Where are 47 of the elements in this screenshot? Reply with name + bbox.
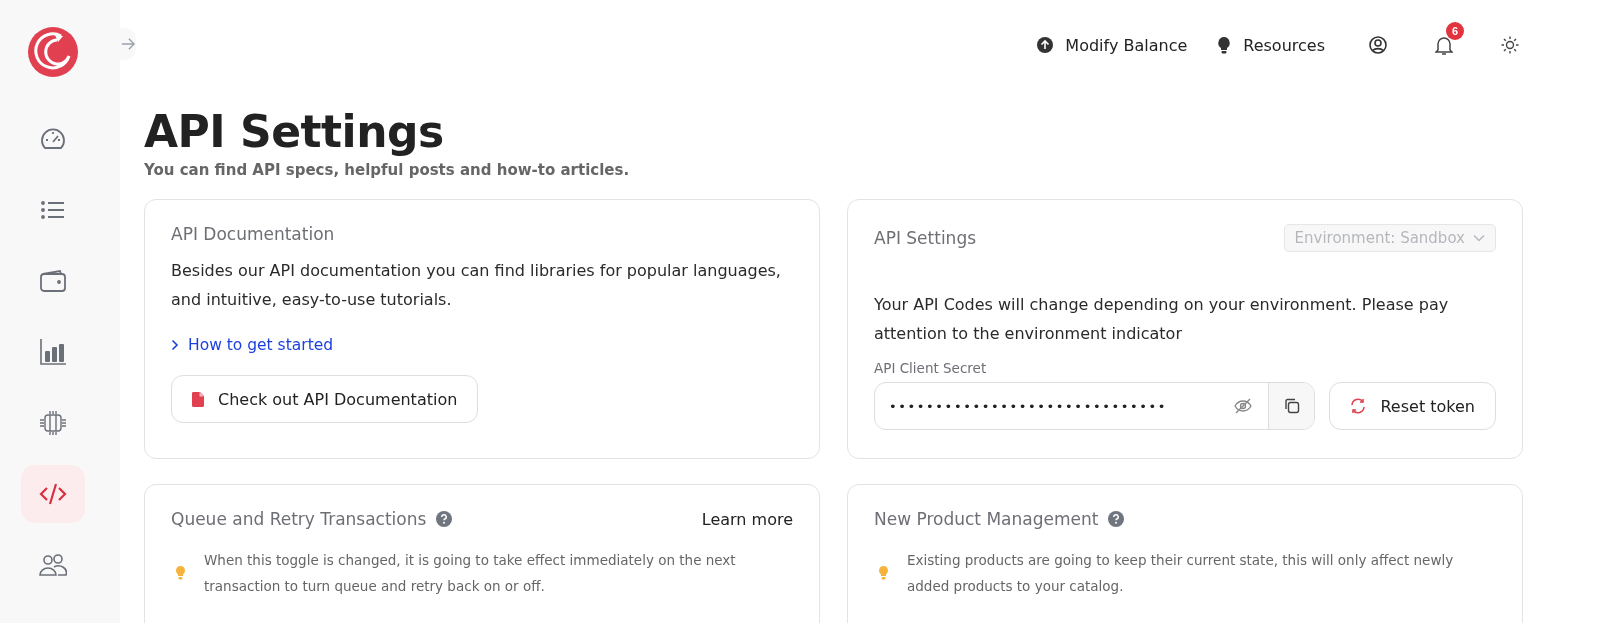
card-title: API Settings xyxy=(874,228,977,248)
expand-sidebar-button[interactable] xyxy=(120,28,136,60)
notification-count: 6 xyxy=(1446,22,1464,40)
list-icon xyxy=(41,201,65,219)
code-icon xyxy=(39,483,67,505)
reset-token-button[interactable]: Reset token xyxy=(1329,382,1496,430)
notifications-button[interactable]: 6 xyxy=(1431,21,1467,59)
page-subtitle: You can find API specs, helpful posts and how-to articles. xyxy=(144,161,631,179)
sidebar-item[interactable] xyxy=(21,465,85,523)
copy-button[interactable] xyxy=(1268,383,1315,429)
help-icon xyxy=(1108,511,1125,527)
refresh-icon xyxy=(1350,398,1367,414)
lightbulb-icon xyxy=(175,565,186,581)
card-title: New Product Management xyxy=(874,509,1099,529)
users-icon xyxy=(39,554,67,576)
documentation-button[interactable]: Check out API Documentation xyxy=(171,375,479,423)
card-title: Queue and Retry Transactions xyxy=(171,509,427,529)
field-label: API Client Secret xyxy=(874,360,988,376)
chip-icon xyxy=(39,410,67,436)
speedometer-icon xyxy=(40,127,66,151)
topbar-link[interactable]: Modify Balance xyxy=(1037,35,1188,55)
copy-icon xyxy=(1283,398,1300,414)
hint-text: When this toggle is changed, it is going to take effect immediately on the next transaction to turn queue and retry back on or off. xyxy=(204,551,737,596)
eye-off-icon xyxy=(1234,398,1253,414)
card-description: Besides our API documentation you can find libraries for popular languages, and intuitive, easy-to-use tutorials. xyxy=(171,260,782,311)
secret-field[interactable]: •••••••••••••••••••••••••••••• xyxy=(874,382,1316,430)
learn-more-link[interactable]: Learn more xyxy=(701,509,793,529)
logo-icon xyxy=(27,26,79,78)
arrow-right-icon xyxy=(121,37,135,51)
sun-icon xyxy=(1501,36,1519,54)
hint-text: Existing products are going to keep their current state, this will only affect newly added products to your catalog. xyxy=(907,551,1455,596)
card-title: API Documentation xyxy=(171,224,336,244)
wallet-icon xyxy=(40,270,66,292)
lightbulb-icon xyxy=(1217,36,1232,54)
topbar-link[interactable]: Resources xyxy=(1217,35,1325,55)
user-circle-icon xyxy=(1369,36,1387,54)
lightbulb-icon xyxy=(878,565,889,581)
page-title: API Settings xyxy=(144,106,445,157)
bar-chart-icon xyxy=(40,339,66,365)
chevron-right-icon xyxy=(171,339,179,351)
chevron-down-icon xyxy=(1473,234,1485,242)
get-started-link[interactable]: How to get started xyxy=(171,336,334,354)
document-icon xyxy=(192,391,204,407)
arrow-up-circle-icon xyxy=(1037,37,1054,53)
help-icon xyxy=(436,511,453,527)
card-description: Your API Codes will change depending on your environment. Please pay attention to the environment indicator xyxy=(874,294,1450,345)
bell-icon xyxy=(1435,35,1453,55)
